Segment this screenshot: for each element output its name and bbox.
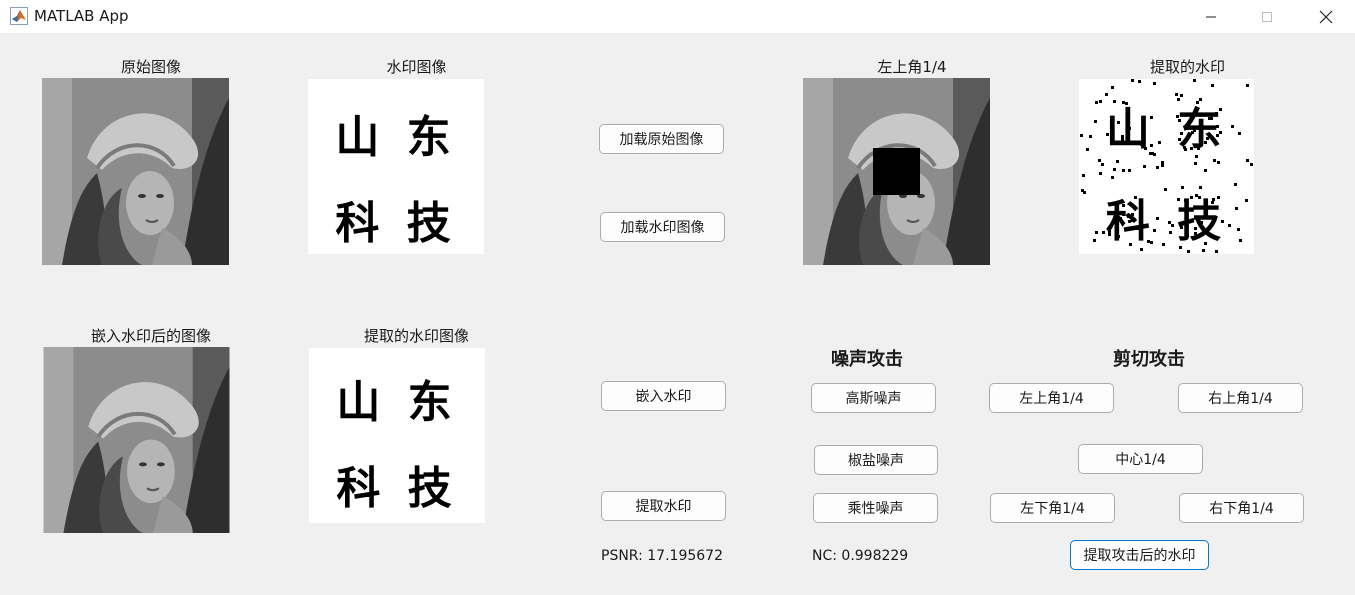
watermark-image: 山 东 科 技 [308, 79, 484, 254]
embedded-image-label: 嵌入水印后的图像 [90, 327, 211, 345]
attacked-image-label: 左上角1/4 [877, 58, 947, 76]
watermark-text-line2: 科 技 [335, 198, 457, 249]
salt-pepper-noise-button[interactable]: 椒盐噪声 [814, 445, 938, 475]
embed-watermark-button[interactable]: 嵌入水印 [601, 381, 726, 411]
minimize-button[interactable] [1188, 0, 1234, 33]
extracted-text-line2: 科 技 [336, 463, 458, 514]
crop-top-left-button[interactable]: 左上角1/4 [989, 383, 1114, 413]
crop-bottom-left-button[interactable]: 左下角1/4 [990, 493, 1115, 523]
load-watermark-button[interactable]: 加载水印图像 [600, 212, 725, 242]
extracted-watermark-label: 提取的水印图像 [363, 327, 469, 345]
original-image-label: 原始图像 [120, 58, 181, 76]
extracted-text-line1: 山 东 [336, 377, 458, 428]
matlab-logo-icon [10, 7, 28, 25]
original-image [42, 78, 229, 265]
minimize-icon [1206, 16, 1216, 17]
noise-attack-heading: 噪声攻击 [831, 349, 903, 370]
extract-after-attack-button[interactable]: 提取攻击后的水印 [1070, 540, 1209, 570]
psnr-value: PSNR: 17.195672 [601, 548, 723, 564]
attack-extracted-watermark-image: 山 东 科 技 [1079, 79, 1254, 254]
crop-bottom-right-button[interactable]: 右下角1/4 [1179, 493, 1304, 523]
extracted-watermark-image: 山 东 科 技 [309, 348, 485, 523]
load-original-button[interactable]: 加载原始图像 [599, 124, 724, 154]
attack-extracted-label: 提取的水印 [1149, 58, 1225, 76]
crop-attack-heading: 剪切攻击 [1113, 349, 1185, 370]
gaussian-noise-button[interactable]: 高斯噪声 [811, 383, 936, 413]
close-icon [1319, 10, 1333, 23]
attacked-image [803, 78, 990, 265]
crop-center-button[interactable]: 中心1/4 [1078, 444, 1203, 474]
nc-value: NC: 0.998229 [812, 548, 909, 564]
watermark-image-label: 水印图像 [386, 58, 447, 76]
title-bar: MATLAB App [0, 0, 1355, 33]
crop-top-right-button[interactable]: 右上角1/4 [1178, 383, 1303, 413]
extract-watermark-button[interactable]: 提取水印 [601, 491, 726, 521]
speckle-noise-button[interactable]: 乘性噪声 [813, 493, 938, 523]
close-button[interactable] [1303, 0, 1349, 33]
attack-extracted-text-line2: 科 技 [1105, 196, 1228, 247]
window-title: MATLAB App [34, 7, 129, 25]
maximize-icon [1262, 11, 1272, 22]
maximize-button[interactable] [1244, 0, 1290, 33]
cropped-region [873, 148, 920, 195]
watermark-text-line1: 山 东 [335, 112, 457, 163]
embedded-image [43, 347, 230, 533]
attack-extracted-text-line1: 山 东 [1105, 104, 1228, 155]
